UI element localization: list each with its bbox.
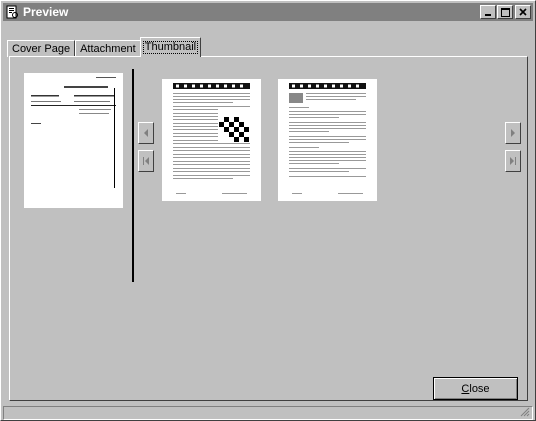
close-button-mnemonic: C [461,382,470,395]
last-page-button[interactable] [505,150,521,172]
window-title: Preview [23,5,69,19]
first-page-button[interactable] [138,150,154,172]
minimize-icon [485,14,491,16]
tab-thumbnail[interactable]: Thumbnail [139,37,202,57]
minimize-button[interactable] [480,5,496,19]
tab-attachment[interactable]: Attachment [75,40,141,57]
attachment-page-1-preview [173,83,250,194]
preview-doc-icon [5,5,19,19]
resize-grip-icon[interactable] [520,407,530,417]
attachment-page-2-preview [289,83,366,194]
prev-page-icon [144,129,148,137]
prev-page-button[interactable] [138,122,154,144]
tab-strip: Cover Page Attachment Thumbnail [7,37,202,57]
status-bar [3,406,533,420]
next-page-button[interactable] [505,122,521,144]
close-icon [519,8,527,16]
preview-window: Preview Cover Page Attachment Thumbnail [0,0,536,421]
close-button-label-rest: lose [469,382,490,395]
attachment-page-2-thumbnail[interactable] [278,79,377,201]
tab-cover-page[interactable]: Cover Page [7,40,76,57]
thumbnail-divider [132,69,134,282]
title-bar[interactable]: Preview [3,3,533,21]
maximize-icon [500,7,510,17]
maximize-button[interactable] [497,5,513,19]
next-page-icon [511,129,515,137]
close-window-button[interactable] [515,5,531,19]
first-page-icon [143,157,149,165]
cover-page-preview [31,77,116,188]
last-page-icon [510,157,516,165]
close-button[interactable]: Close [433,377,518,400]
attachment-page-1-thumbnail[interactable] [162,79,261,201]
cover-page-thumbnail[interactable] [24,73,123,208]
